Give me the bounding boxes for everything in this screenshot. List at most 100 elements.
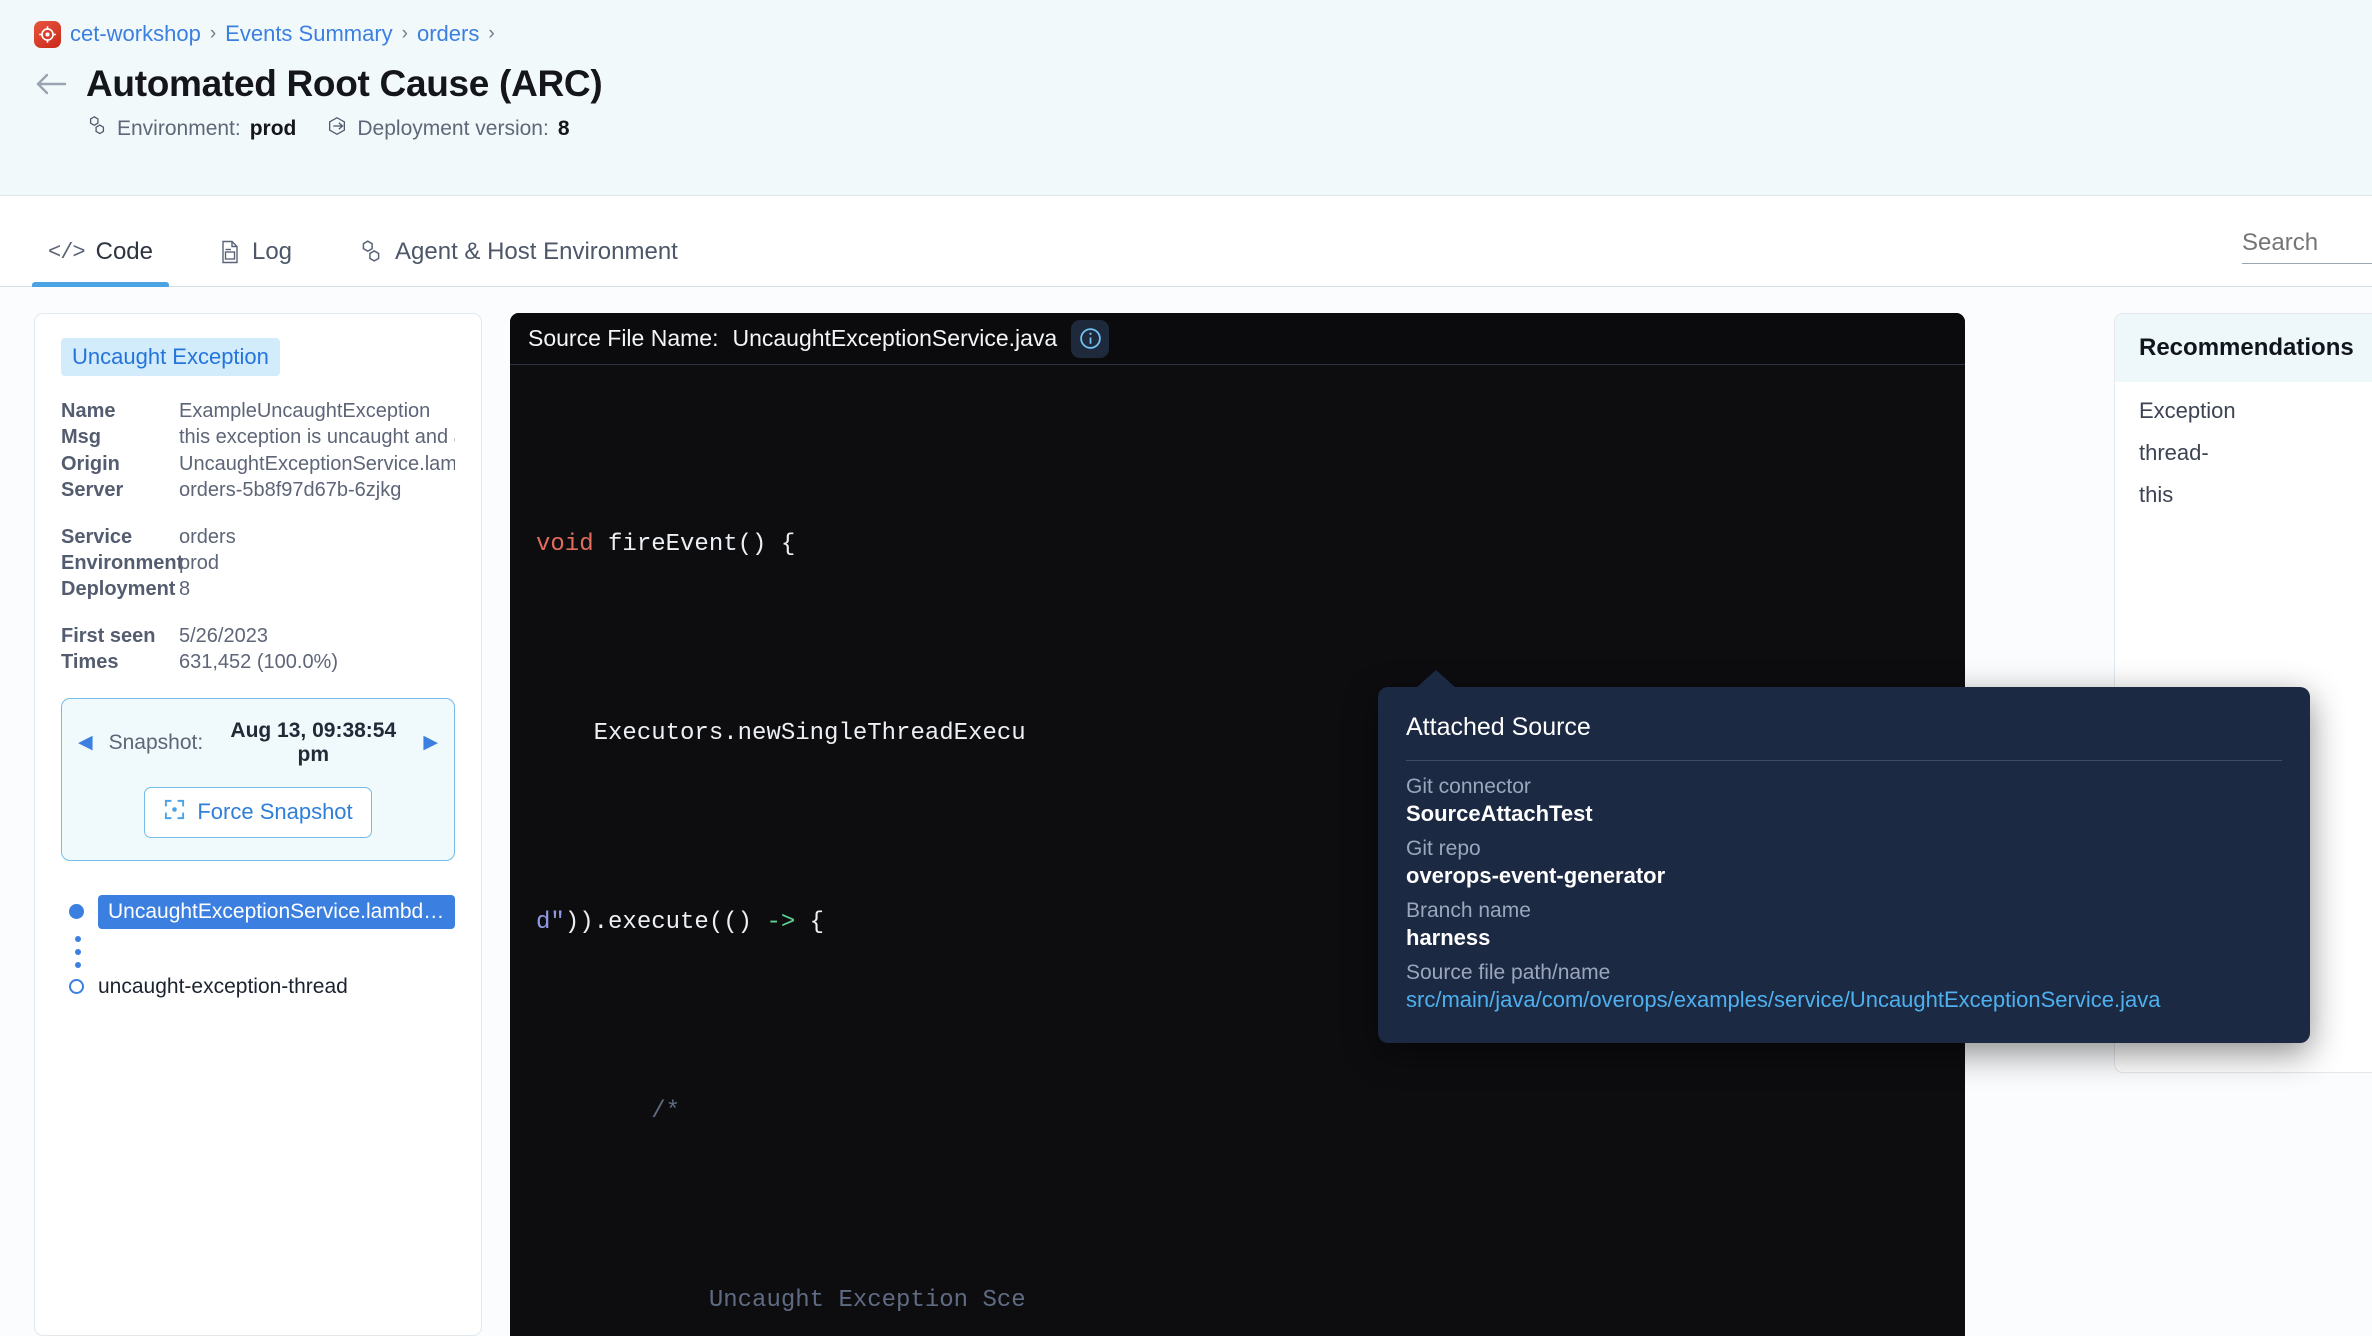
header-meta: Environment: prod Deployment version: 8 xyxy=(86,115,2372,143)
tooltip-value-git-repo: overops-event-generator xyxy=(1406,863,2282,889)
code-token-text: )).execute(() xyxy=(565,909,767,936)
tooltip-value-branch-name: harness xyxy=(1406,925,2282,951)
thread-label: uncaught-exception-thread xyxy=(98,975,348,999)
divider-spacer xyxy=(61,504,455,524)
tab-agent-host-environment-label: Agent & Host Environment xyxy=(395,238,678,266)
environment-meta: Environment: prod xyxy=(86,115,296,143)
detail-row-environment: Environment prod xyxy=(61,550,455,576)
page-header: cet-workshop › Events Summary › orders ›… xyxy=(0,0,2372,196)
detail-value: 8 xyxy=(179,576,190,602)
recommendations-title: Recommendations xyxy=(2115,314,2372,382)
tooltip-label-git-connector: Git connector xyxy=(1406,775,2282,799)
code-token-keyword: void xyxy=(536,531,594,558)
arrow-left-icon[interactable] xyxy=(34,67,68,101)
deployment-value: 8 xyxy=(558,117,570,141)
detail-value: orders-5b8f97d67b-6zjkg xyxy=(179,477,401,503)
hexagons-icon xyxy=(86,115,108,143)
detail-value: UncaughtExceptionService.lambda$fireEven xyxy=(179,451,455,477)
detail-row-service: Service orders xyxy=(61,524,455,550)
environment-value: prod xyxy=(250,117,297,141)
deployment-meta: Deployment version: 8 xyxy=(326,115,569,143)
main-content: Uncaught Exception Name ExampleUncaughtE… xyxy=(0,287,2372,1336)
document-icon xyxy=(219,240,241,264)
tooltip-label-branch-name: Branch name xyxy=(1406,899,2282,923)
tab-bar: </> Code Log Agent & Host Environment xyxy=(0,196,2372,287)
snapshot-nav: ◀ Snapshot: Aug 13, 09:38:54 pm ▶ xyxy=(78,719,438,767)
target-icon xyxy=(34,21,61,48)
list-item[interactable]: uncaught-exception-thread xyxy=(69,975,455,999)
code-token-text: { xyxy=(795,909,824,936)
recommendation-line: Exception xyxy=(2115,382,2372,424)
force-snapshot-button[interactable]: Force Snapshot xyxy=(144,787,371,838)
snapshot-label: Snapshot: xyxy=(109,731,204,755)
snapshot-panel: ◀ Snapshot: Aug 13, 09:38:54 pm ▶ Force … xyxy=(61,698,455,861)
breadcrumb-separator: › xyxy=(488,23,494,45)
tab-log-label: Log xyxy=(252,238,292,266)
breadcrumb-separator: › xyxy=(210,23,216,45)
detail-row-deployment: Deployment 8 xyxy=(61,576,455,602)
tab-agent-host-environment[interactable]: Agent & Host Environment xyxy=(342,238,694,286)
hollow-dot-icon xyxy=(69,979,84,994)
search-box[interactable] xyxy=(2242,229,2372,264)
code-token-text: Executors.newSingleThreadExecu xyxy=(536,720,1026,747)
tooltip-divider xyxy=(1406,760,2282,761)
code-tag-icon: </> xyxy=(48,240,85,265)
snapshot-value: Aug 13, 09:38:54 pm xyxy=(219,719,407,767)
triangle-left-icon[interactable]: ◀ xyxy=(78,731,93,754)
detail-key: Times xyxy=(61,649,179,675)
event-details-card: Uncaught Exception Name ExampleUncaughtE… xyxy=(34,313,482,1336)
source-file-name-prefix: Source File Name: xyxy=(528,325,718,352)
force-snapshot-label: Force Snapshot xyxy=(197,799,352,825)
detail-row-origin: Origin UncaughtExceptionService.lambda$f… xyxy=(61,451,455,477)
environment-label: Environment: xyxy=(117,117,241,141)
detail-key: Deployment xyxy=(61,576,179,602)
page-title: Automated Root Cause (ARC) xyxy=(86,63,602,105)
tooltip-value-source-file-path[interactable]: src/main/java/com/overops/examples/servi… xyxy=(1406,987,2282,1013)
hexagons-icon xyxy=(358,239,384,265)
detail-value: prod xyxy=(179,550,219,576)
attached-source-tooltip: Attached Source Git connector SourceAtta… xyxy=(1378,687,2310,1043)
info-circle-icon[interactable] xyxy=(1071,320,1109,358)
thread-connector-dots xyxy=(73,936,455,968)
detail-value: ExampleUncaughtException xyxy=(179,398,430,424)
code-line: Uncaught Exception Sce xyxy=(510,1269,1965,1332)
recommendation-line: thread- xyxy=(2115,424,2372,466)
search-input[interactable] xyxy=(2242,229,2372,264)
deployment-icon xyxy=(326,115,348,143)
detail-value: 5/26/2023 xyxy=(179,623,268,649)
list-item[interactable]: UncaughtExceptionService.lambda$fireE... xyxy=(69,895,455,929)
tooltip-label-git-repo: Git repo xyxy=(1406,837,2282,861)
title-row: Automated Root Cause (ARC) xyxy=(34,63,2372,105)
breadcrumb-item-2[interactable]: orders xyxy=(417,21,479,47)
tooltip-title: Attached Source xyxy=(1406,713,2282,742)
code-line: void fireEvent() { xyxy=(510,513,1965,576)
breadcrumb-item-0[interactable]: cet-workshop xyxy=(70,21,201,47)
detail-key: Msg xyxy=(61,424,179,450)
detail-row-server: Server orders-5b8f97d67b-6zjkg xyxy=(61,477,455,503)
detail-key: Name xyxy=(61,398,179,424)
detail-value: 631,452 (100.0%) xyxy=(179,649,338,675)
tab-log[interactable]: Log xyxy=(203,238,308,286)
tab-code[interactable]: </> Code xyxy=(32,238,169,286)
thread-list: UncaughtExceptionService.lambda$fireE...… xyxy=(61,895,455,999)
code-token-comment: /* xyxy=(536,1098,680,1125)
status-badge: Uncaught Exception xyxy=(61,338,280,376)
recommendation-line: this xyxy=(2115,466,2372,508)
source-file-name: UncaughtExceptionService.java xyxy=(732,325,1057,352)
breadcrumb: cet-workshop › Events Summary › orders › xyxy=(34,18,2372,50)
thread-selected-label: UncaughtExceptionService.lambda$fireE... xyxy=(98,895,455,929)
detail-row-first-seen: First seen 5/26/2023 xyxy=(61,623,455,649)
deployment-label: Deployment version: xyxy=(357,117,548,141)
code-token-comment: Uncaught Exception Sce xyxy=(536,1287,1026,1314)
tooltip-value-git-connector: SourceAttachTest xyxy=(1406,801,2282,827)
detail-key: Server xyxy=(61,477,179,503)
breadcrumb-item-1[interactable]: Events Summary xyxy=(225,21,393,47)
detail-row-times: Times 631,452 (100.0%) xyxy=(61,649,455,675)
detail-key: First seen xyxy=(61,623,179,649)
focus-target-icon xyxy=(163,798,186,827)
detail-value: orders xyxy=(179,524,236,550)
triangle-right-icon[interactable]: ▶ xyxy=(423,731,438,754)
filled-dot-icon xyxy=(69,904,84,919)
detail-key: Service xyxy=(61,524,179,550)
detail-value: this exception is uncaught and a BIG pot… xyxy=(179,424,455,450)
